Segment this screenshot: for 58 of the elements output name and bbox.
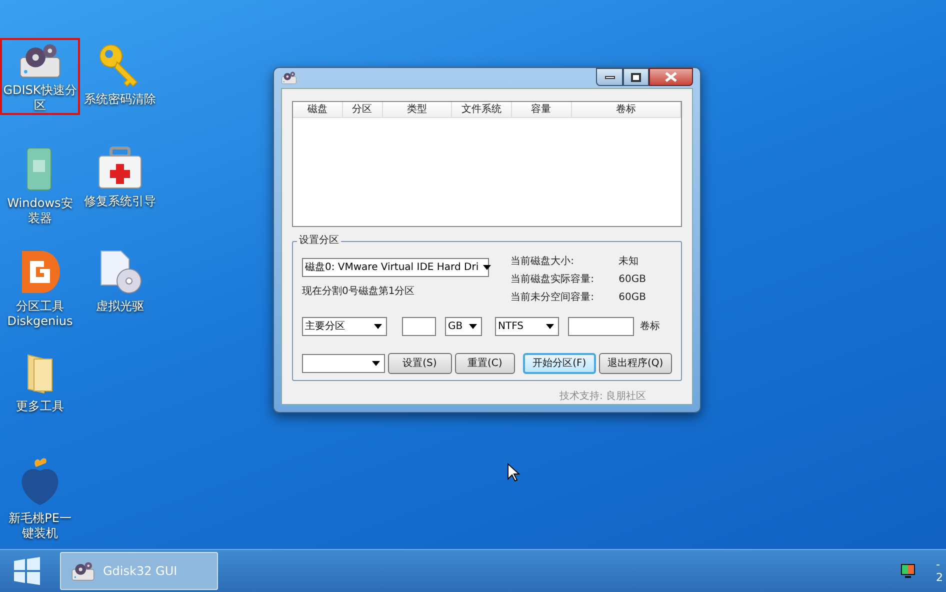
desktop-icon[interactable]: 修复系统引导 [80, 142, 160, 211]
desktop-icon-label: 分区工具 Diskgenius [6, 299, 74, 329]
desktop-icon[interactable]: 新毛桃PE一键装机 [0, 453, 80, 543]
close-icon [665, 72, 677, 82]
dialog-button[interactable]: 开始分区(F) [523, 353, 596, 374]
unit-select[interactable]: GB [445, 317, 482, 336]
caret-icon [546, 324, 554, 329]
empty-select[interactable] [302, 354, 385, 373]
first-aid-kit-icon [97, 146, 143, 190]
caret-icon [372, 361, 380, 366]
disk-gear-icon [281, 71, 297, 85]
dialog-button[interactable]: 退出程序(Q) [598, 353, 672, 374]
size-input[interactable] [402, 317, 436, 336]
volume-label-text: 卷标 [640, 320, 660, 334]
column-header[interactable]: 卷标 [572, 102, 681, 117]
info-value: 未知 [618, 254, 639, 269]
desktop-icon-label: 更多工具 [15, 399, 65, 414]
caret-icon [374, 324, 382, 329]
info-label: 当前磁盘实际容量: [510, 272, 596, 287]
column-header[interactable]: 磁盘 [293, 102, 343, 117]
info-label: 当前磁盘大小: [510, 254, 576, 269]
disk-select[interactable]: 磁盘0: VMware Virtual IDE Hard Dri [302, 258, 489, 277]
desktop-icon-label: GDISK快速分区 [2, 83, 78, 114]
disk-gear-icon [18, 42, 62, 80]
monitor-icon[interactable] [900, 563, 916, 579]
dialog-button[interactable]: 重置(C) [454, 353, 516, 374]
desktop-icon[interactable]: 更多工具 [0, 347, 80, 416]
column-header[interactable]: 类型 [382, 102, 452, 117]
maximize-button[interactable] [623, 68, 649, 86]
caret-icon [469, 324, 477, 329]
caret-icon [482, 265, 491, 270]
filesystem-select[interactable]: NTFS [495, 317, 559, 336]
desktop-icon-label: 虚拟光驱 [95, 299, 145, 314]
clock[interactable]: - 2 [936, 558, 946, 584]
minimize-button[interactable] [596, 68, 623, 86]
mouse-cursor-icon [507, 463, 520, 482]
column-header[interactable]: 分区 [342, 102, 383, 117]
volume-label-input[interactable] [568, 317, 634, 336]
desktop-icon-label: 修复系统引导 [83, 194, 157, 209]
column-header[interactable]: 容量 [512, 102, 572, 117]
desktop-icon[interactable]: 虚拟光驱 [80, 245, 160, 316]
close-button[interactable] [649, 68, 693, 86]
partition-type-select[interactable]: 主要分区 [302, 317, 387, 336]
status-text: 现在分割0号磁盘第1分区 [302, 284, 416, 299]
desktop-icon[interactable]: Windows安装器 [0, 142, 80, 228]
peach-logo-icon [20, 457, 60, 507]
info-value: 60GB [618, 273, 646, 287]
desktop-icon-label: 新毛桃PE一键装机 [8, 511, 72, 541]
windows-logo-icon [13, 557, 41, 585]
desktop-icon-label: Windows安装器 [6, 196, 74, 226]
desktop-icon-label: 系统密码清除 [83, 92, 157, 107]
disk-gear-icon [71, 560, 95, 582]
desktop-icon[interactable]: 分区工具 Diskgenius [0, 245, 80, 331]
info-value: 60GB [618, 291, 646, 305]
column-header[interactable]: 文件系统 [452, 102, 512, 117]
footer-text: 技术支持: 良朋社区 [559, 390, 646, 404]
info-label: 当前未分空间容量: [510, 290, 596, 305]
dialog-button[interactable]: 设置(S) [388, 353, 452, 374]
